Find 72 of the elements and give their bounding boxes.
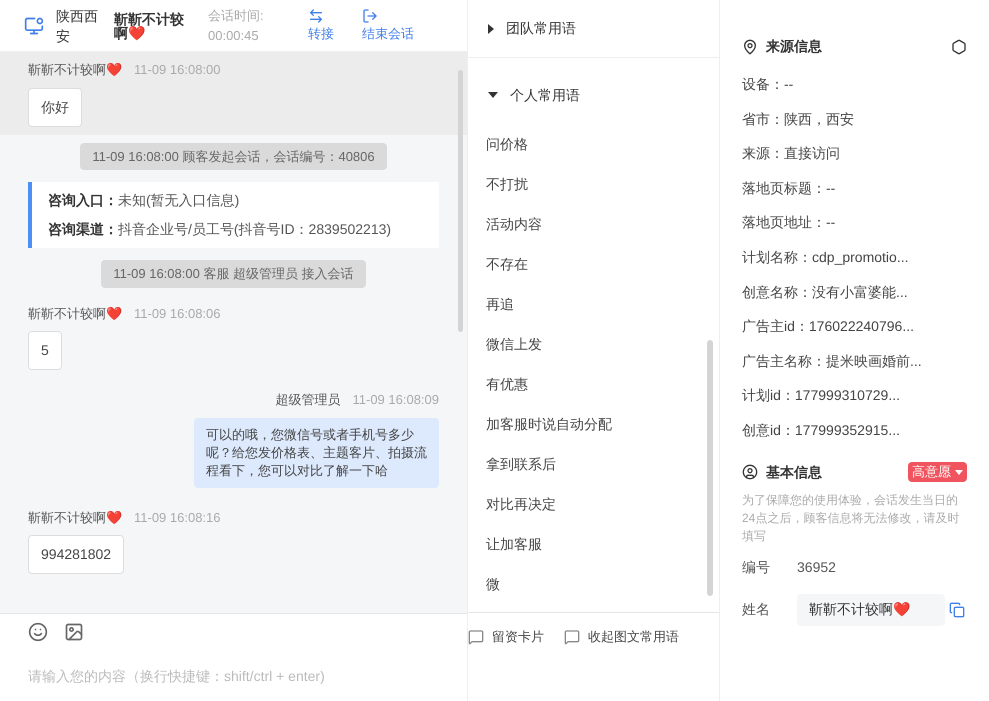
phrase-group[interactable]: 团队常用语 (468, 0, 719, 58)
copy-icon[interactable] (949, 602, 965, 618)
message-bubble: 你好 (28, 88, 82, 126)
phrase-item[interactable]: 微 (486, 564, 701, 604)
session-timer: 00:00:45 (208, 26, 260, 44)
phrase-item[interactable]: 活动内容 (486, 204, 701, 244)
timer-label: 会话时间: (208, 7, 265, 25)
source-row-text: 落地页地址：-- (742, 213, 836, 232)
phrase-group[interactable]: 个人常用语 (468, 66, 719, 124)
exit-icon (362, 8, 378, 24)
message-bubble: 994281802 (28, 535, 124, 574)
phrase-item[interactable]: 让加客服 (486, 524, 701, 564)
source-row-text: 落地页标题：-- (742, 178, 836, 198)
caret-icon (488, 92, 498, 98)
monitor-icon (24, 16, 44, 36)
message-time: 11-09 16:08:09 (352, 391, 439, 409)
section-title: 基本信息 (766, 462, 822, 482)
source-row-text: 来源：直接访问 (742, 144, 841, 164)
field-value: 36952 (797, 558, 836, 577)
source-row-text: 计划名称：cdp_promotio... (742, 248, 910, 267)
sender-name: 超级管理员 (276, 391, 340, 409)
caret-icon (955, 470, 963, 475)
message-icon (468, 629, 484, 645)
source-row-text: 设备：-- (742, 75, 794, 94)
caret-icon (488, 24, 494, 34)
phrase-item[interactable]: 再追 (486, 284, 701, 324)
source-row-text: 创意名称：没有小富婆能... (742, 282, 909, 302)
sender-name: 靳靳不计较啊❤ (28, 61, 122, 79)
customer-name: 靳靳不计较啊❤ (114, 12, 185, 40)
section-title: 来源信息 (766, 37, 822, 56)
phrase-item[interactable]: 问价格 (486, 124, 701, 164)
entry-value: 未知(暂无入口信息) (118, 191, 240, 210)
swap-arrows-icon (308, 8, 324, 24)
message-time: 11-09 16:08:00 (134, 61, 220, 79)
phrase-item[interactable]: 有优惠 (486, 364, 701, 404)
info-note: 为了保障您的使用体验，会话发生当日的24点之后，顾客信息将无法修改，请及时填写 (742, 492, 960, 545)
source-row-text: 省市：陕西，西安 (742, 110, 855, 129)
message-bubble: 可以的哦，您微信号或者手机号多少呢？给您发价格表、主题客片、拍摄流程看下，您可以对比了解一下哈 (194, 418, 439, 488)
location-pin-icon (742, 38, 758, 54)
source-row-text: 广告主名称：提米映画婚前... (742, 352, 923, 371)
phrase-item[interactable]: 拿到联系后 (486, 444, 701, 484)
transfer-button[interactable]: 转接 (300, 8, 342, 44)
phrase-item[interactable]: 不打扰 (486, 164, 701, 204)
message-icon (564, 629, 580, 645)
image-icon[interactable] (64, 622, 84, 642)
system-notice: 11-09 16:08:00 客服 超级管理员 接入会话 (101, 260, 366, 288)
source-row-text: 计划id：177999310729... (742, 386, 901, 406)
phrase-item[interactable]: 微信上发 (486, 324, 701, 364)
source-row-text: 创意id：177999352915... (742, 420, 901, 440)
entry-label: 咨询渠道： (48, 220, 118, 239)
customer-location: 陕西西安 (56, 6, 99, 46)
field-label: 编号 (742, 558, 771, 577)
emoji-icon[interactable] (28, 622, 48, 642)
sender-name: 靳靳不计较啊❤ (28, 508, 122, 526)
composer-tool-button[interactable]: 收起图文常用语 (564, 627, 679, 647)
entry-label: 咨询入口： (48, 191, 118, 210)
phrase-item[interactable]: 不存在 (486, 244, 701, 284)
phrase-item[interactable]: 对比再决定 (486, 484, 701, 524)
entry-value: 抖音企业号/员工号(抖音号ID：2839502213) (118, 220, 392, 239)
name-field[interactable]: 靳靳不计较啊❤ (797, 594, 945, 626)
composer-tool-button[interactable]: 留资卡片 (468, 627, 544, 647)
field-label: 姓名 (742, 600, 771, 620)
source-row-text: 广告主id：176022240796... (742, 317, 915, 336)
phrase-item[interactable]: 加客服时说自动分配 (486, 404, 701, 444)
message-input[interactable]: 请输入您的内容（换行快捷键：shift/ctrl + enter) (28, 666, 439, 687)
message-time: 11-09 16:08:06 (134, 304, 220, 322)
sender-name: 靳靳不计较啊❤ (28, 304, 122, 322)
end-session-button[interactable]: 结束会话 (354, 8, 422, 44)
message-time: 11-09 16:08:16 (134, 508, 220, 526)
user-icon (742, 464, 758, 480)
message-bubble: 5 (28, 331, 62, 370)
system-notice: 11-09 16:08:00 顾客发起会话，会话编号：40806 (80, 142, 387, 170)
